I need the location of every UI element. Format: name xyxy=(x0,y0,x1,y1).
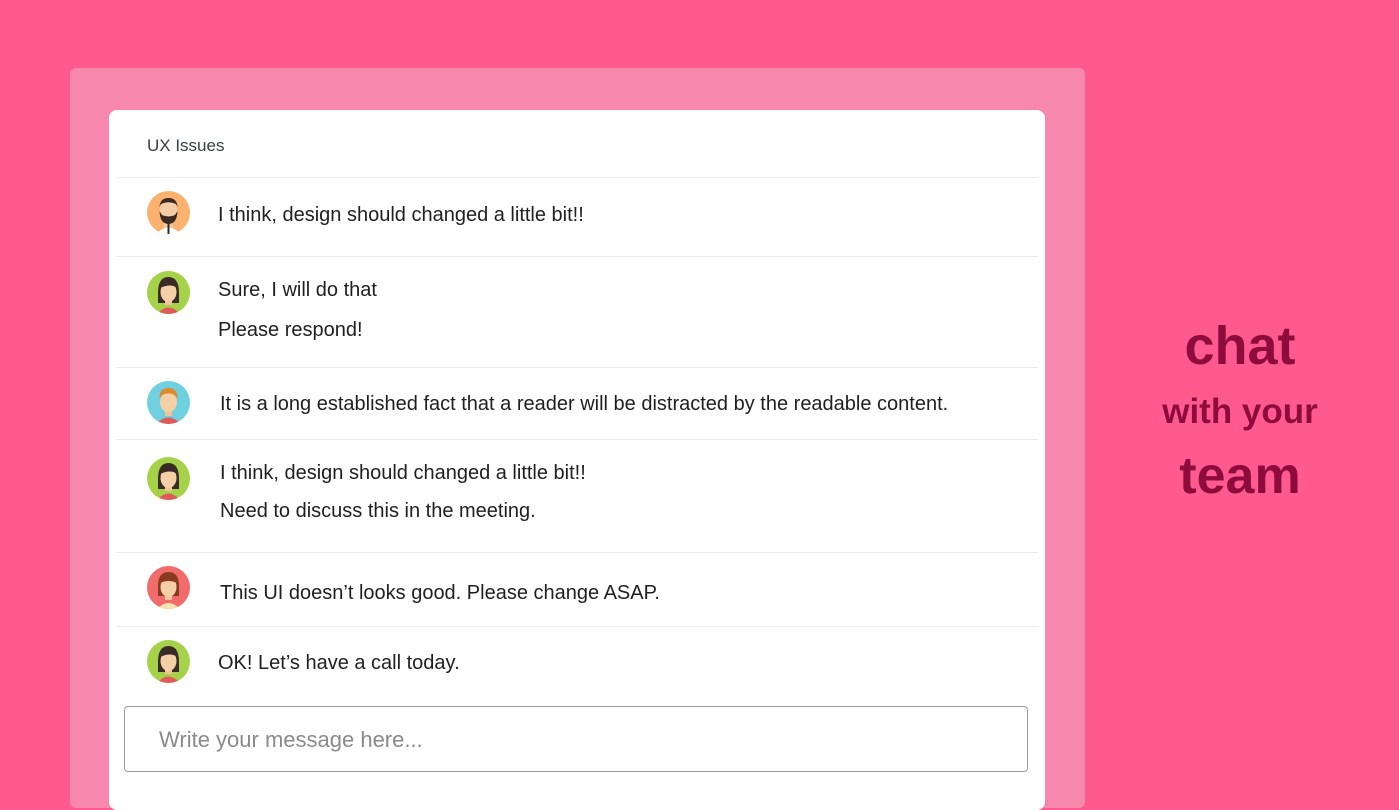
bearded-man-avatar-icon xyxy=(147,191,190,234)
message-row[interactable]: I think, design should changed a little … xyxy=(116,177,1038,257)
tagline-line-2: with your xyxy=(1162,392,1318,431)
channel-title: UX Issues xyxy=(147,136,225,155)
message-composer xyxy=(124,706,1028,772)
woman-avatar-icon xyxy=(147,271,190,314)
message-text: Sure, I will do that xyxy=(218,279,377,301)
message-text: I think, design should changed a little … xyxy=(220,462,586,484)
chat-panel: UX Issues I think, design should changed… xyxy=(109,110,1045,810)
message-row[interactable]: I think, design should changed a little … xyxy=(116,439,1038,553)
message-row[interactable]: Sure, I will do that Please respond! xyxy=(116,256,1038,368)
message-row[interactable]: This UI doesn’t looks good. Please chang… xyxy=(116,552,1038,627)
message-text: Please respond! xyxy=(218,319,363,341)
message-row[interactable]: It is a long established fact that a rea… xyxy=(116,367,1038,440)
message-input[interactable] xyxy=(157,721,1001,759)
tagline: chat with your team xyxy=(1140,300,1340,520)
tagline-line-1: chat xyxy=(1184,316,1296,376)
message-text: This UI doesn’t looks good. Please chang… xyxy=(220,582,660,604)
message-text: Need to discuss this in the meeting. xyxy=(220,500,536,522)
message-row[interactable]: OK! Let’s have a call today. xyxy=(116,626,1038,701)
woman-avatar-icon xyxy=(147,566,190,609)
message-text: OK! Let’s have a call today. xyxy=(218,652,460,674)
woman-avatar-icon xyxy=(147,640,190,683)
woman-avatar-icon xyxy=(147,457,190,500)
man-avatar-icon xyxy=(147,381,190,424)
message-text: I think, design should changed a little … xyxy=(218,204,584,226)
message-text: It is a long established fact that a rea… xyxy=(220,393,949,415)
tagline-line-3: team xyxy=(1179,447,1301,505)
